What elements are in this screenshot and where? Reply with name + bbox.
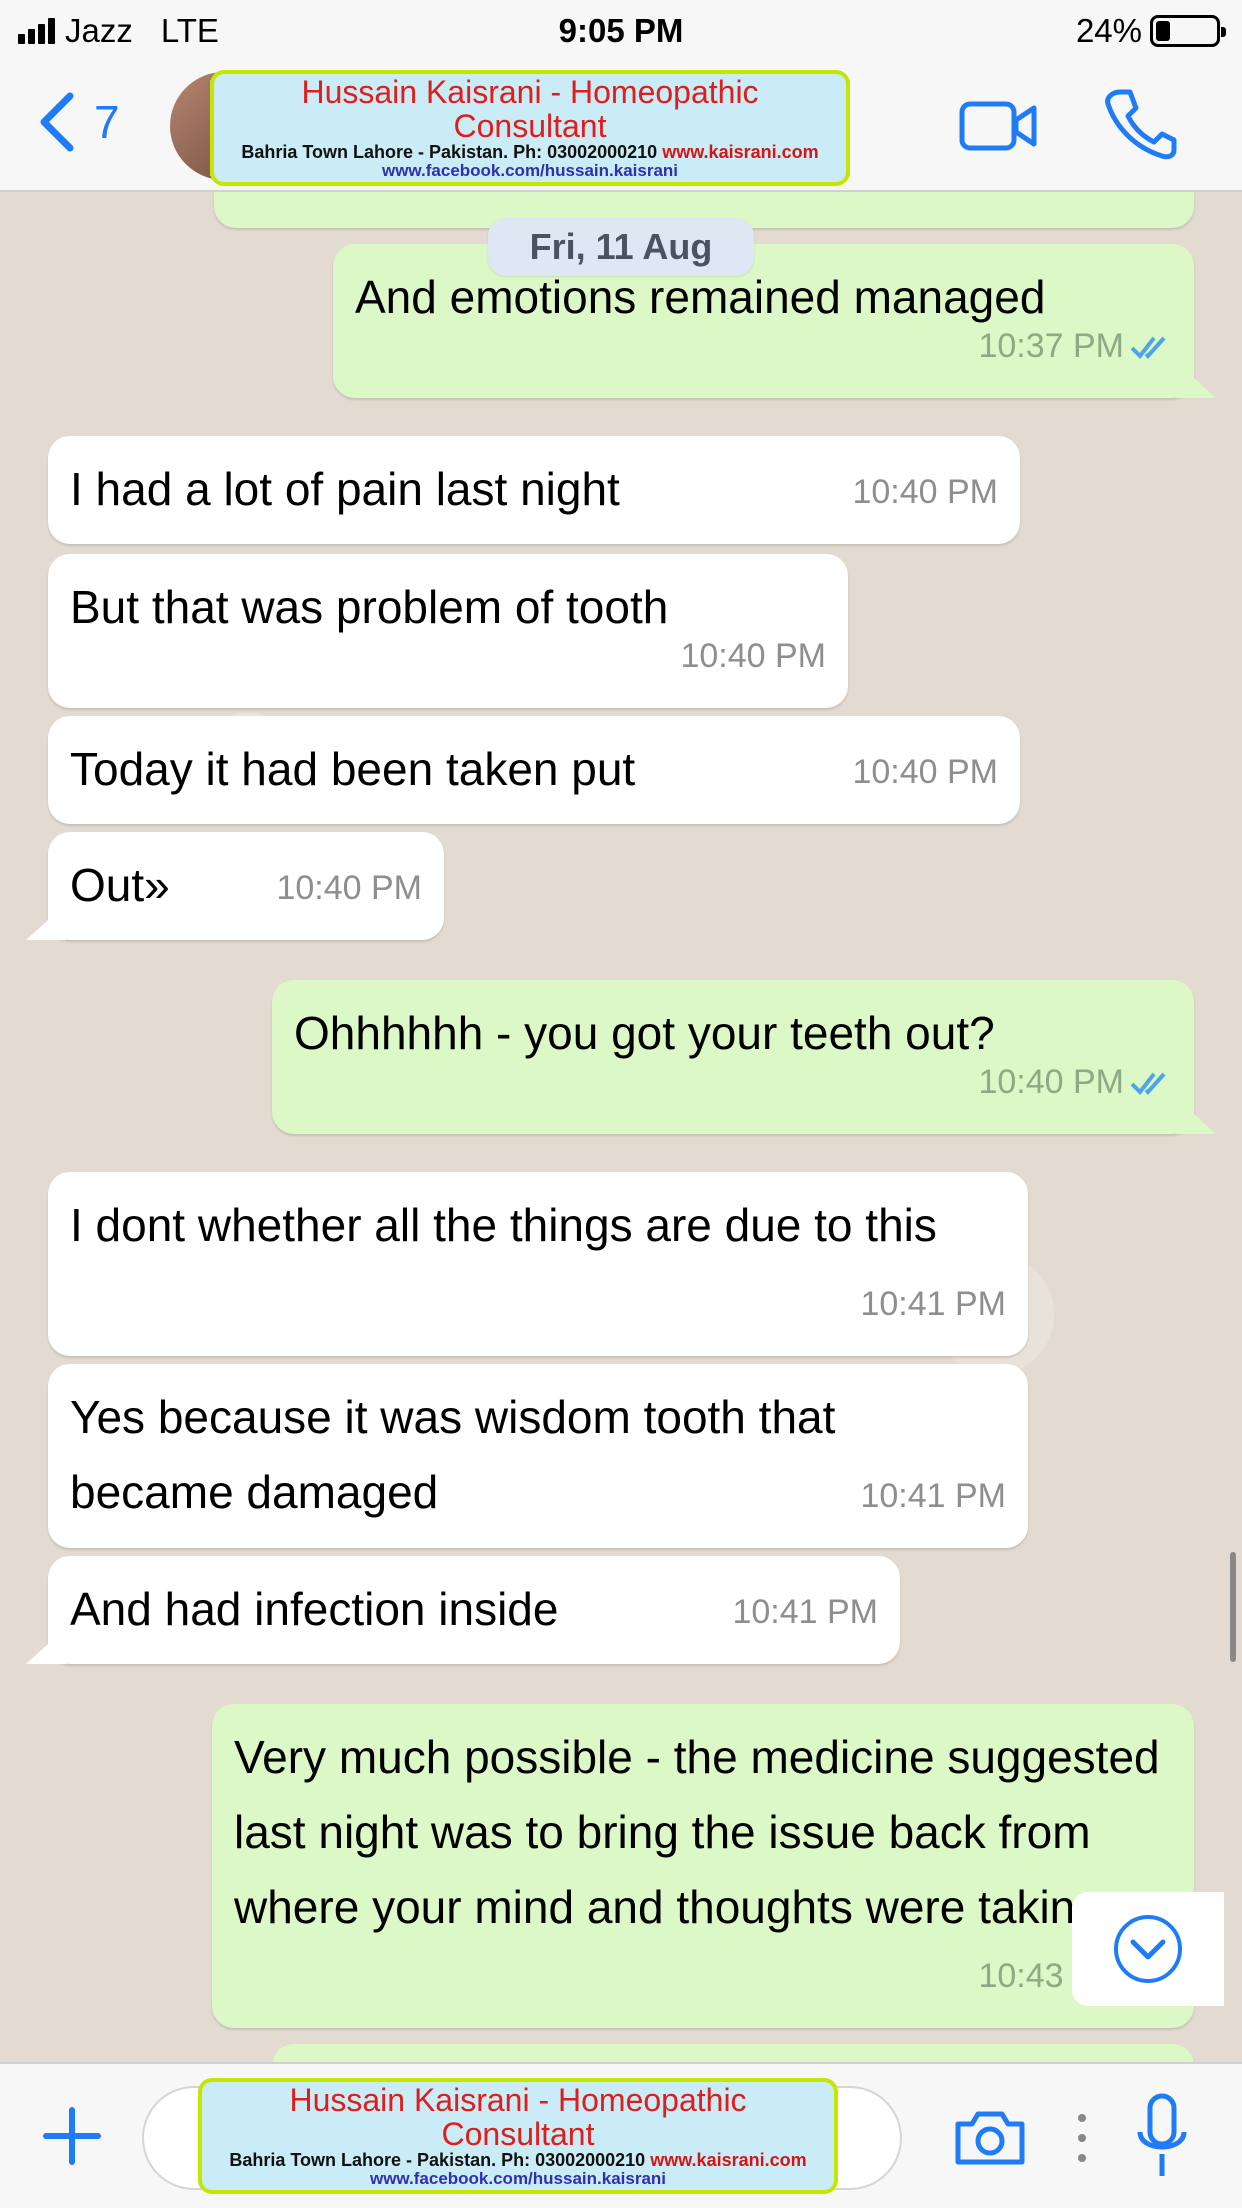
message-time: 10:40 PM (978, 1063, 1124, 1101)
message-meta: 10:40 PM (978, 1045, 1172, 1120)
message-meta: 10:40 PM (852, 735, 998, 810)
chat-header: 7 Hussain Kaisrani - Homeopathic Consult… (0, 62, 1242, 192)
video-call-icon[interactable] (958, 98, 1038, 154)
banner-title: Hussain Kaisrani - Homeopathic Consultan… (289, 2082, 747, 2152)
microphone-icon[interactable] (1134, 2092, 1190, 2182)
message-text: Very much possible - the medicine sugges… (234, 1731, 1160, 1933)
message-meta: 10:37 PM (978, 309, 1172, 384)
banner-facebook: www.facebook.com/hussain.kaisrani (369, 2169, 667, 2189)
status-right: 24% (1075, 12, 1226, 50)
phone-call-icon[interactable] (1102, 86, 1178, 162)
message-time: 10:36 PM (978, 192, 1124, 214)
message-meta: 10:41 PM (860, 1459, 1006, 1534)
plus-icon[interactable] (40, 2104, 104, 2168)
back-button[interactable]: 7 (36, 90, 120, 154)
battery-fill (1156, 21, 1170, 41)
more-dots-icon[interactable] (1076, 2110, 1088, 2166)
message-in[interactable]: I dont whether all the things are due to… (48, 1172, 1028, 1356)
chat-area[interactable]: 10:36 PM Fri, 11 Aug And emotions remain… (0, 192, 1242, 2062)
read-ticks-icon (1130, 1072, 1166, 1095)
footer-watermark-banner: Hussain Kaisrani - Homeopathic Consultan… (198, 2078, 838, 2194)
battery-percent: 24% (1075, 12, 1142, 49)
message-in[interactable]: Out» 10:40 PM (48, 832, 444, 940)
banner-address: Bahria Town Lahore - Pakistan. Ph: 03002… (210, 2151, 826, 2170)
message-meta: 10:41 PM (732, 1575, 878, 1650)
banner-website: www.kaisrani.com (650, 2150, 807, 2171)
message-time: 10:41 PM (860, 1285, 1006, 1323)
date-separator: Fri, 11 Aug (488, 218, 754, 276)
banner-title: Hussain Kaisrani - Homeopathic Consultan… (301, 74, 759, 144)
message-time: 10:40 PM (852, 753, 998, 791)
read-ticks-icon (1130, 336, 1166, 359)
scroll-down-icon (1114, 1915, 1182, 1983)
scroll-to-bottom-button[interactable] (1072, 1892, 1224, 2006)
message-meta: 10:40 PM (276, 851, 422, 926)
message-out-partial[interactable] (272, 2044, 1194, 2062)
message-meta: 10:40 PM (852, 455, 998, 530)
message-in[interactable]: But that was problem of tooth 10:40 PM (48, 554, 848, 708)
message-text: Yes because it was wisdom tooth that bec… (70, 1391, 836, 1518)
back-chevron-icon (40, 92, 74, 152)
message-out[interactable]: And emotions remained managed 10:37 PM (333, 244, 1194, 398)
message-time: 10:37 PM (978, 327, 1124, 365)
unread-count: 7 (94, 96, 120, 148)
message-in[interactable]: Today it had been taken put 10:40 PM (48, 716, 1020, 824)
message-out[interactable]: Ohhhhhh - you got your teeth out? 10:40 … (272, 980, 1194, 1134)
camera-icon[interactable] (952, 2108, 1028, 2168)
message-meta: 10:40 PM (680, 619, 826, 694)
message-time: 10:41 PM (732, 1593, 878, 1631)
banner-address: Bahria Town Lahore - Pakistan. Ph: 03002… (222, 143, 838, 162)
banner-website: www.kaisrani.com (662, 142, 819, 163)
message-text: I dont whether all the things are due to… (70, 1199, 937, 1251)
status-bar: Jazz LTE 9:05 PM 24% (0, 0, 1242, 62)
banner-address-text: Bahria Town Lahore - Pakistan. Ph: 03002… (229, 2150, 646, 2171)
message-in[interactable]: Yes because it was wisdom tooth that bec… (48, 1364, 1028, 1548)
message-in[interactable]: And had infection inside 10:41 PM (48, 1556, 900, 1664)
banner-frame: Hussain Kaisrani - Homeopathic Consultan… (210, 70, 850, 186)
header-watermark-banner[interactable]: Hussain Kaisrani - Homeopathic Consultan… (210, 70, 850, 186)
banner-facebook: www.facebook.com/hussain.kaisrani (381, 161, 679, 181)
clock: 9:05 PM (558, 12, 684, 49)
scrollbar[interactable] (1230, 1552, 1236, 1662)
message-meta: 10:36 PM (978, 192, 1172, 214)
battery-icon (1150, 15, 1226, 47)
message-time: 10:40 PM (852, 473, 998, 511)
banner-address-text: Bahria Town Lahore - Pakistan. Ph: 03002… (241, 142, 658, 163)
message-out[interactable]: Very much possible - the medicine sugges… (212, 1704, 1194, 2028)
message-time: 10:40 PM (680, 637, 826, 675)
banner-frame: Hussain Kaisrani - Homeopathic Consultan… (198, 2078, 838, 2194)
message-meta: 10:41 PM (860, 1267, 1006, 1342)
message-in[interactable]: I had a lot of pain last night 10:40 PM (48, 436, 1020, 544)
message-time: 10:40 PM (276, 869, 422, 907)
message-time: 10:41 PM (860, 1477, 1006, 1515)
